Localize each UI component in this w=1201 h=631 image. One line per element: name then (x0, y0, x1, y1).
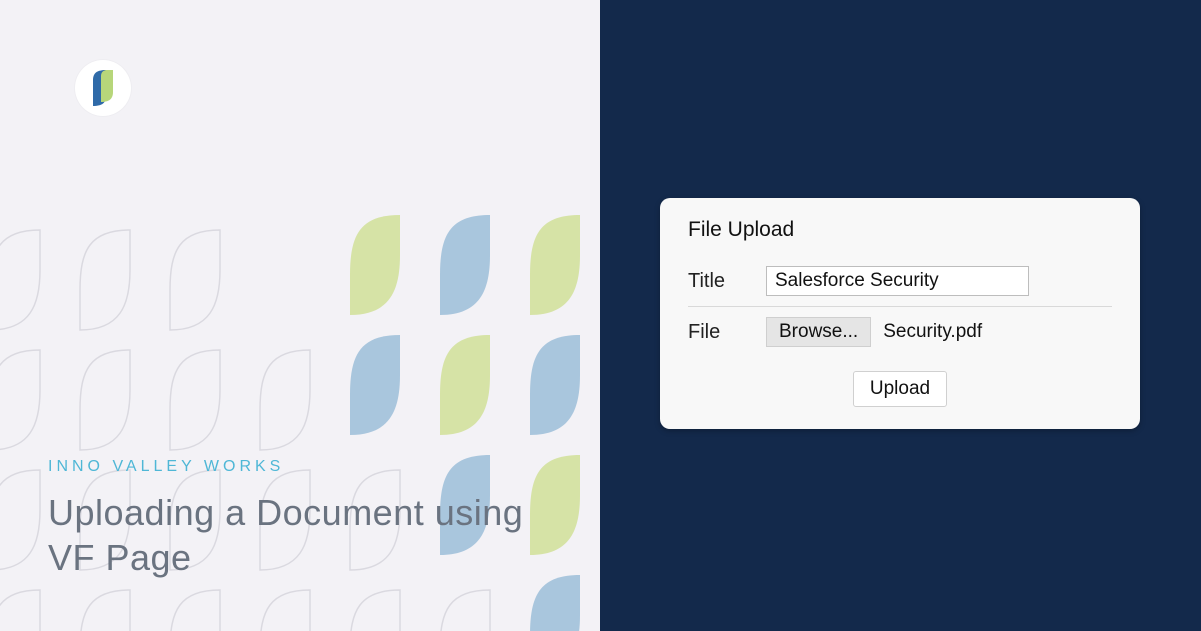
file-upload-dialog: File Upload Title File Browse... Securit… (660, 198, 1140, 429)
brand-logo (75, 60, 131, 116)
selected-filename: Security.pdf (883, 321, 982, 343)
upload-button[interactable]: Upload (853, 371, 947, 407)
title-row: Title (688, 256, 1112, 306)
page-headline: Uploading a Document using VF Page (48, 490, 560, 580)
file-row: File Browse... Security.pdf (688, 306, 1112, 357)
title-input[interactable] (766, 266, 1029, 296)
leaf-logo-icon (88, 70, 118, 106)
dialog-heading: File Upload (688, 218, 1112, 242)
title-label: Title (688, 270, 766, 293)
app-panel: File Upload Title File Browse... Securit… (600, 0, 1201, 631)
brand-eyebrow: INNO VALLEY WORKS (48, 458, 284, 476)
promo-panel: INNO VALLEY WORKS Uploading a Document u… (0, 0, 600, 631)
actions-row: Upload (688, 357, 1112, 407)
file-label: File (688, 321, 766, 344)
browse-button[interactable]: Browse... (766, 317, 871, 347)
